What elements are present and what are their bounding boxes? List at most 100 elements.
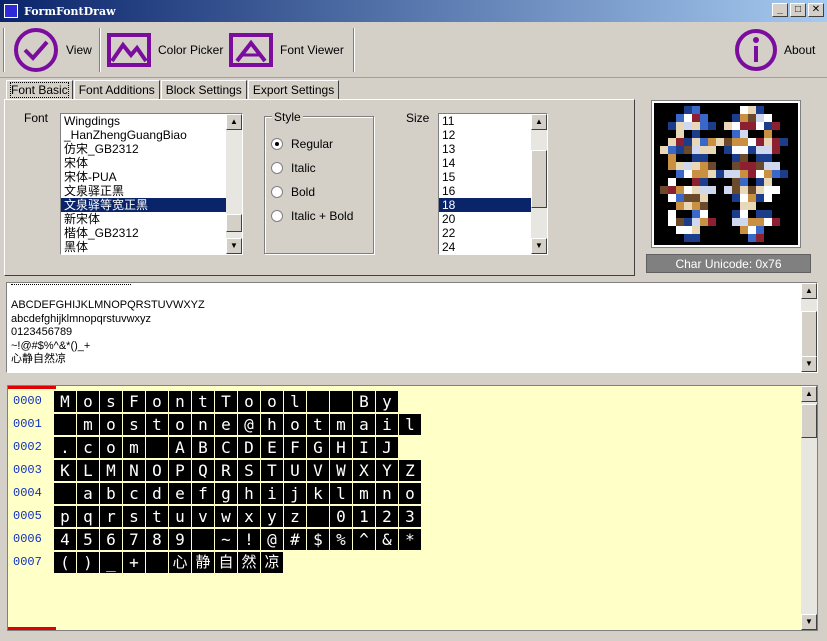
glyph-cell[interactable]: o: [100, 436, 122, 458]
glyph-cell[interactable]: _: [100, 551, 122, 573]
radio-dot[interactable]: [271, 210, 283, 222]
glyph-cell[interactable]: m: [330, 413, 352, 435]
radio-dot[interactable]: [271, 138, 283, 150]
glyph-cell[interactable]: 4: [54, 528, 76, 550]
glyph-cell[interactable]: B: [353, 390, 375, 412]
size-listbox[interactable]: 11 12 13 14 15 16 18 20 22 24 ▲ ▼: [438, 113, 548, 255]
text-scrollbar[interactable]: ▲ ▼: [801, 283, 817, 372]
glyph-cell[interactable]: l: [284, 390, 306, 412]
glyph-cell[interactable]: G: [307, 436, 329, 458]
glyph-cell[interactable]: [54, 482, 76, 504]
glyph-cell[interactable]: m: [77, 413, 99, 435]
glyph-cell[interactable]: P: [169, 459, 191, 481]
scroll-down-arrow[interactable]: ▼: [531, 238, 547, 254]
glyph-cell[interactable]: H: [330, 436, 352, 458]
glyph-cell[interactable]: I: [353, 436, 375, 458]
glyph-cell[interactable]: t: [192, 390, 214, 412]
glyph-cell[interactable]: k: [307, 482, 329, 504]
glyph-cell[interactable]: R: [215, 459, 237, 481]
glyph-cell[interactable]: D: [238, 436, 260, 458]
glyph-cell[interactable]: U: [284, 459, 306, 481]
glyph-cell[interactable]: [192, 528, 214, 550]
glyph-cell[interactable]: 7: [123, 528, 145, 550]
glyph-cell[interactable]: N: [123, 459, 145, 481]
glyph-cell[interactable]: Q: [192, 459, 214, 481]
character-grid[interactable]: 0000 Mo s Fo n t To o l By 0001 m o s t o n e @ h o t m a i l 00…: [7, 385, 818, 631]
glyph-cell[interactable]: E: [261, 436, 283, 458]
glyph-cell[interactable]: o: [169, 413, 191, 435]
glyph-cell[interactable]: (: [54, 551, 76, 573]
glyph-cell[interactable]: e: [215, 413, 237, 435]
glyph-cell[interactable]: %: [330, 528, 352, 550]
glyph-cell[interactable]: O: [146, 459, 168, 481]
glyph-cell[interactable]: B: [192, 436, 214, 458]
font-listbox[interactable]: Wingdings _HanZhengGuangBiao 仿宋_GB2312 宋体 宋体…: [60, 113, 243, 255]
glyph-cell[interactable]: J: [376, 436, 398, 458]
glyph-cell[interactable]: 9: [169, 528, 191, 550]
glyph-cell[interactable]: K: [54, 459, 76, 481]
glyph-cell[interactable]: 自: [215, 551, 237, 573]
glyph-cell[interactable]: o: [77, 390, 99, 412]
glyph-cell[interactable]: v: [192, 505, 214, 527]
style-radio-bold[interactable]: Bold: [271, 185, 315, 199]
glyph-cell[interactable]: L: [77, 459, 99, 481]
glyph-cell[interactable]: M: [100, 459, 122, 481]
glyph-cell[interactable]: j: [284, 482, 306, 504]
glyph-cell[interactable]: y: [376, 390, 398, 412]
glyph-cell[interactable]: z: [284, 505, 306, 527]
glyph-cell[interactable]: 5: [77, 528, 99, 550]
scroll-thumb[interactable]: [801, 404, 817, 438]
scroll-down-arrow[interactable]: ▼: [226, 238, 242, 254]
glyph-cell[interactable]: p: [54, 505, 76, 527]
glyph-cell[interactable]: a: [353, 413, 375, 435]
font-list-item[interactable]: 黑体: [61, 240, 242, 254]
glyph-cell[interactable]: e: [169, 482, 191, 504]
glyph-cell[interactable]: r: [100, 505, 122, 527]
glyph-cell[interactable]: [54, 413, 76, 435]
glyph-cell[interactable]: *: [399, 528, 421, 550]
scroll-down-arrow[interactable]: ▼: [801, 614, 817, 630]
scroll-down-arrow[interactable]: ▼: [801, 356, 817, 372]
glyph-cell[interactable]: @: [238, 413, 260, 435]
close-button[interactable]: ✕: [808, 3, 824, 17]
glyph-cell[interactable]: d: [146, 482, 168, 504]
glyph-cell[interactable]: C: [215, 436, 237, 458]
font-list-item[interactable]: Wingdings: [61, 114, 242, 128]
glyph-cell[interactable]: c: [77, 436, 99, 458]
font-list-item[interactable]: 新宋体: [61, 212, 242, 226]
scroll-up-arrow[interactable]: ▲: [801, 386, 817, 402]
glyph-cell[interactable]: t: [146, 413, 168, 435]
glyph-cell[interactable]: n: [169, 390, 191, 412]
glyph-cell[interactable]: o: [100, 413, 122, 435]
tab-font-additions[interactable]: Font Additions: [73, 80, 160, 100]
glyph-cell[interactable]: c: [123, 482, 145, 504]
glyph-cell[interactable]: i: [261, 482, 283, 504]
glyph-cell[interactable]: ~: [215, 528, 237, 550]
glyph-cell[interactable]: 1: [353, 505, 375, 527]
glyph-cell[interactable]: 2: [376, 505, 398, 527]
font-list-scrollbar[interactable]: ▲ ▼: [226, 114, 242, 254]
glyph-cell[interactable]: @: [261, 528, 283, 550]
glyph-cell[interactable]: s: [100, 390, 122, 412]
glyph-cell[interactable]: T: [215, 390, 237, 412]
glyph-cell[interactable]: q: [77, 505, 99, 527]
style-radio-italic-bold[interactable]: Italic + Bold: [271, 209, 353, 223]
glyph-cell[interactable]: V: [307, 459, 329, 481]
glyph-cell[interactable]: a: [77, 482, 99, 504]
glyph-cell[interactable]: 0: [330, 505, 352, 527]
glyph-cell[interactable]: i: [376, 413, 398, 435]
scroll-thumb[interactable]: [226, 214, 242, 232]
sample-text-area[interactable]: ABCDEFGHIJKLMNOPQRSTUVWXYZ abcdefghijklmn…: [6, 282, 818, 373]
glyph-cell[interactable]: A: [169, 436, 191, 458]
glyph-cell[interactable]: !: [238, 528, 260, 550]
glyph-cell[interactable]: [307, 390, 329, 412]
color-picker-button[interactable]: Color Picker: [106, 26, 223, 74]
glyph-cell[interactable]: w: [215, 505, 237, 527]
glyph-cell[interactable]: 然: [238, 551, 260, 573]
style-radio-italic[interactable]: Italic: [271, 161, 316, 175]
glyph-cell[interactable]: u: [169, 505, 191, 527]
maximize-button[interactable]: □: [790, 3, 806, 17]
glyph-cell[interactable]: F: [123, 390, 145, 412]
glyph-cell[interactable]: +: [123, 551, 145, 573]
glyph-cell[interactable]: o: [399, 482, 421, 504]
